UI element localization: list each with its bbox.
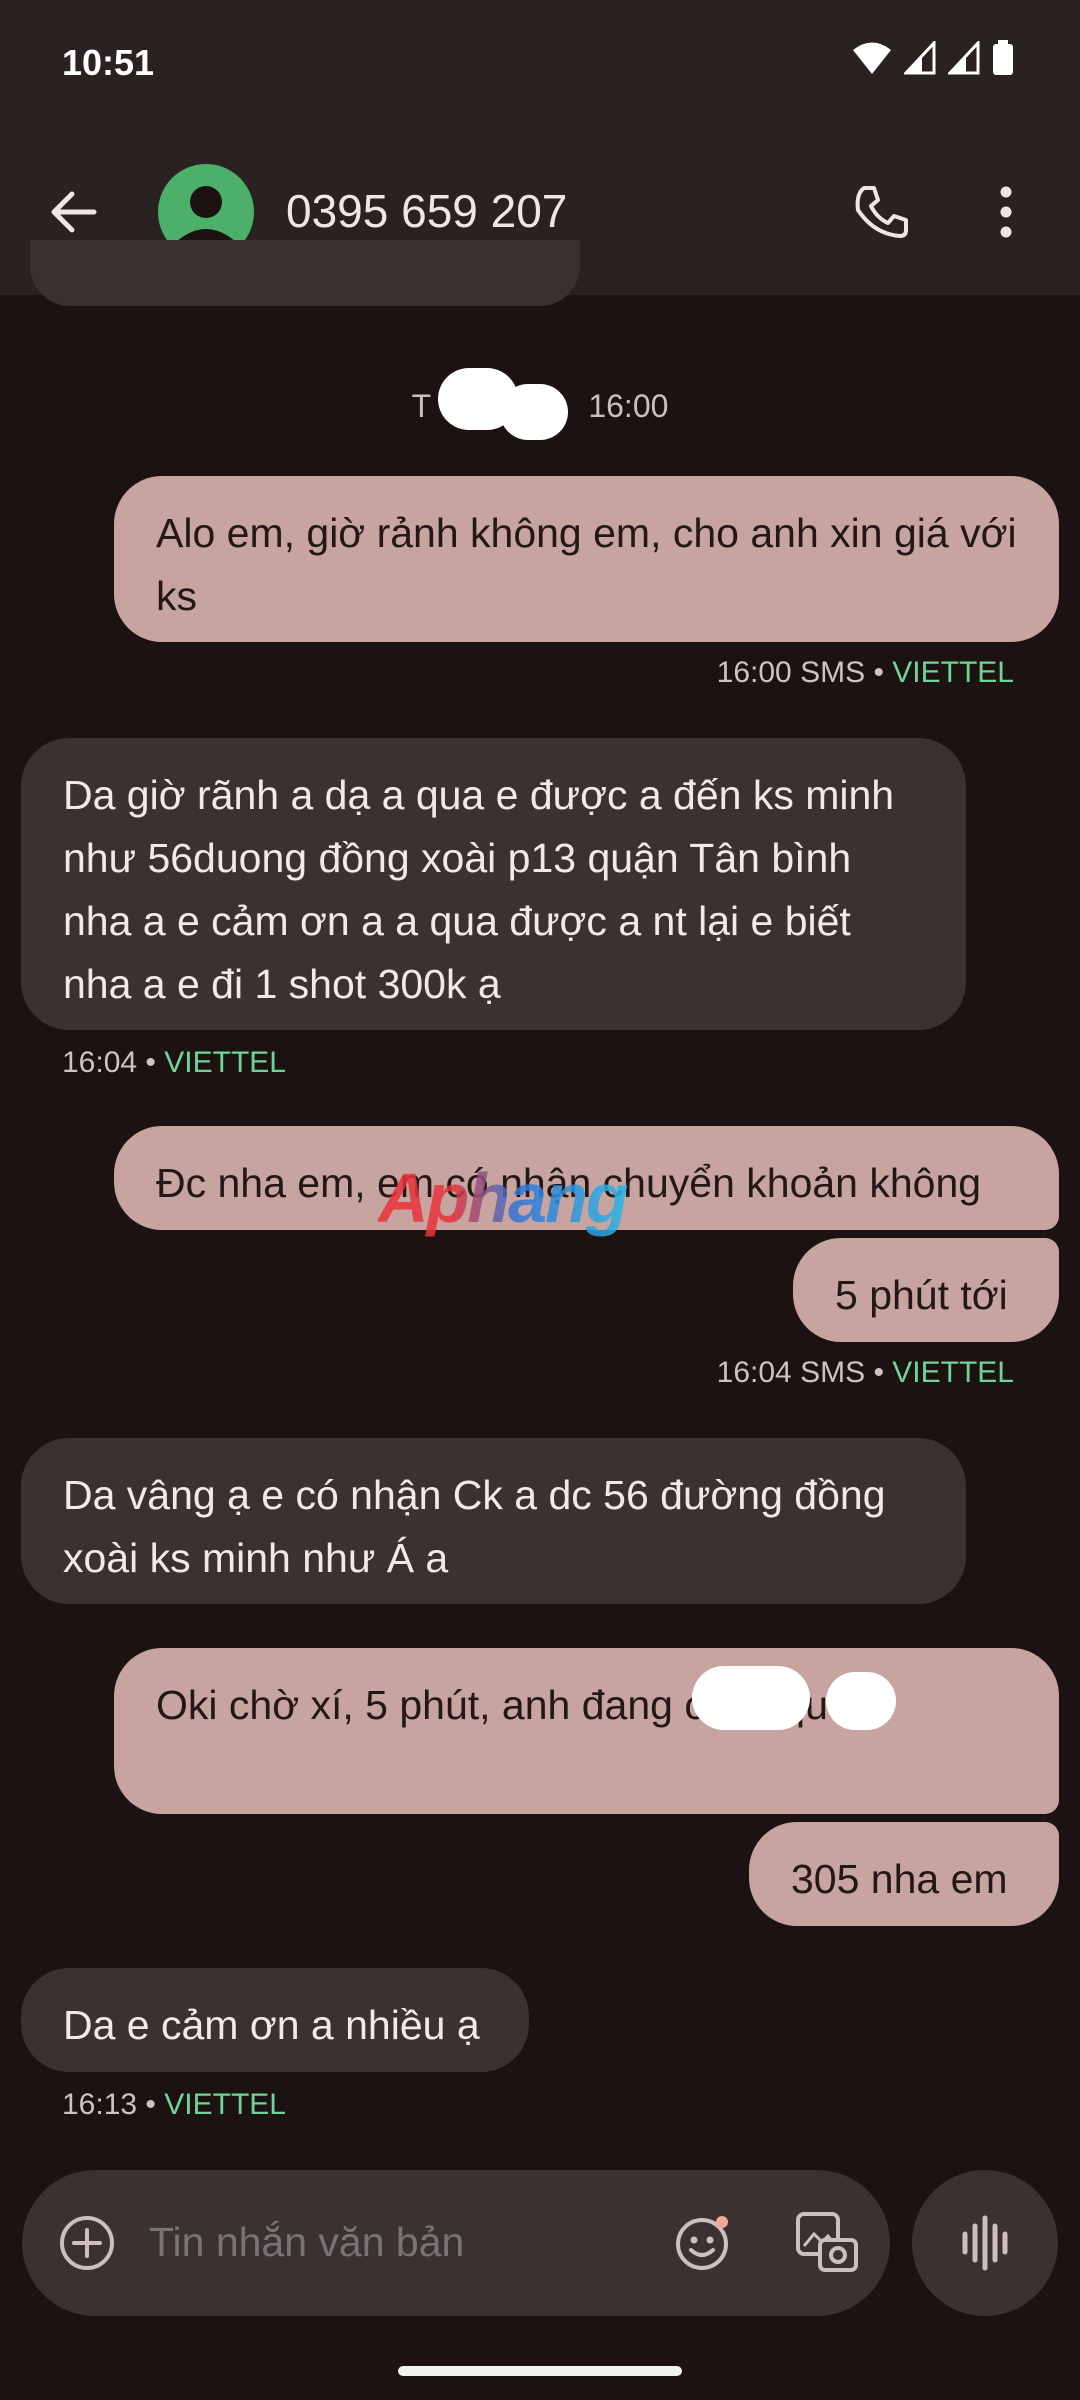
- message-meta: 16:04 SMS • VIETTEL: [716, 1356, 1014, 1389]
- signal-icon: [948, 41, 980, 75]
- message-bubble-outgoing[interactable]: Alo em, giờ rảnh không em, cho anh xin g…: [114, 476, 1059, 642]
- phone-icon[interactable]: [850, 182, 910, 242]
- status-bar: 10:51: [0, 0, 1080, 120]
- date-prefix: T: [411, 388, 431, 424]
- watermark: Aphang: [378, 1159, 629, 1237]
- contact-title[interactable]: 0395 659 207: [286, 184, 567, 238]
- signal-icon: [904, 41, 936, 75]
- redaction-blot: [692, 1666, 810, 1730]
- add-icon[interactable]: [58, 2214, 116, 2272]
- composer: [22, 2170, 890, 2316]
- message-text: Da giờ rãnh a dạ a qua e được a đến ks m…: [63, 772, 895, 1007]
- back-arrow-icon[interactable]: [42, 180, 106, 244]
- message-text: 305 nha em: [791, 1856, 1008, 1902]
- message-meta: 16:13 • VIETTEL: [62, 2088, 286, 2121]
- message-bubble-incoming[interactable]: Da giờ rãnh a dạ a qua e được a đến ks m…: [21, 738, 966, 1030]
- emoji-icon[interactable]: [672, 2210, 736, 2274]
- message-text: Da e cảm ơn a nhiều ạ: [63, 2002, 480, 2048]
- more-vert-icon[interactable]: [980, 182, 1032, 242]
- date-time: 16:00: [588, 388, 669, 424]
- message-bubble-incoming[interactable]: Da vâng ạ e có nhận Ck a dc 56 đường đồn…: [21, 1438, 966, 1604]
- status-time: 10:51: [62, 42, 155, 83]
- voice-button[interactable]: [912, 2170, 1058, 2316]
- battery-icon: [993, 40, 1013, 75]
- redaction-blot: [500, 384, 568, 440]
- message-text: Da vâng ạ e có nhận Ck a dc 56 đường đồn…: [63, 1472, 886, 1581]
- status-icons: [852, 40, 1014, 76]
- message-bubble-outgoing[interactable]: 305 nha em: [749, 1822, 1059, 1926]
- message-bubble-incoming[interactable]: Da e cảm ơn a nhiều ạ: [21, 1968, 529, 2072]
- message-text: 5 phút tới: [835, 1272, 1008, 1318]
- gesture-nav-bar[interactable]: [398, 2366, 682, 2376]
- message-bubble-outgoing[interactable]: 5 phút tới: [793, 1238, 1059, 1342]
- wifi-icon: [853, 42, 891, 74]
- message-input[interactable]: [147, 2218, 671, 2267]
- voice-icon: [962, 2215, 1008, 2271]
- message-bubble-outgoing[interactable]: Oki chờ xí, 5 phút, anh đang chạy qua: [114, 1648, 1059, 1814]
- redaction-blot: [826, 1672, 896, 1730]
- message-meta: 16:04 • VIETTEL: [62, 1046, 286, 1079]
- previous-message-bubble: [30, 240, 580, 306]
- gallery-icon[interactable]: [792, 2208, 862, 2278]
- message-meta: 16:00 SMS • VIETTEL: [716, 656, 1014, 689]
- message-text: Alo em, giờ rảnh không em, cho anh xin g…: [156, 510, 1017, 619]
